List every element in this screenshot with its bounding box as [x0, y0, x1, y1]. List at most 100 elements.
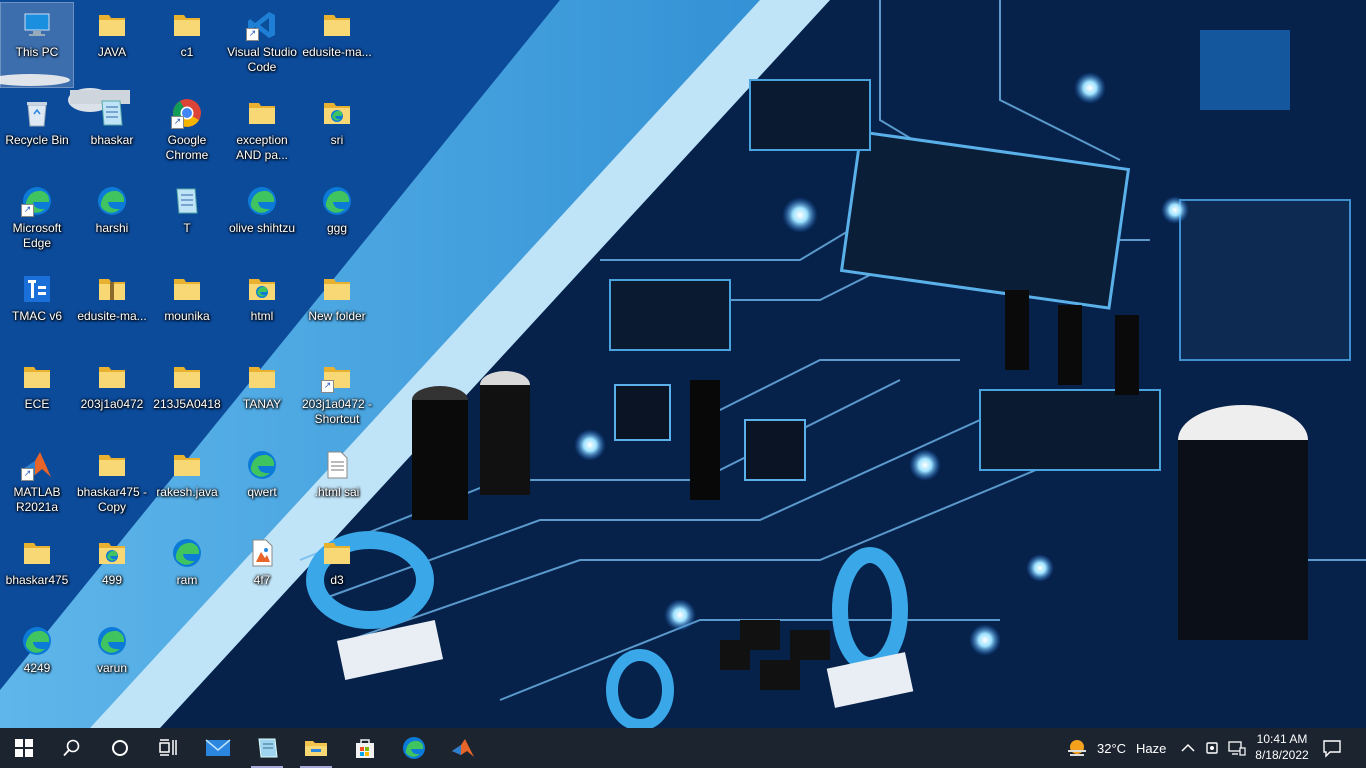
desktop-icon-tanay[interactable]: TANAY	[226, 355, 298, 439]
desktop-icon-ggg[interactable]: ggg	[301, 179, 373, 263]
edge-button[interactable]	[390, 728, 438, 768]
vscode-icon: ↗	[246, 9, 278, 41]
desktop-icon-label: 203j1a0472 - Shortcut	[301, 397, 373, 426]
task-view-button[interactable]	[144, 728, 192, 768]
edge-folder-icon	[321, 97, 353, 129]
desktop-icon-matlab-r2021a[interactable]: ↗ MATLAB R2021a	[1, 443, 73, 527]
mail-button[interactable]	[194, 728, 242, 768]
weather-haze-icon[interactable]	[1066, 738, 1088, 758]
desktop-icon-bhaskar475-copy[interactable]: bhaskar475 - Copy	[76, 443, 148, 527]
clock[interactable]: 10:41 AM 8/18/2022	[1250, 731, 1314, 765]
desktop-icon-html-sai[interactable]: .html sai	[301, 443, 373, 527]
folder-icon	[246, 97, 278, 129]
desktop-icon-label: olive shihtzu	[228, 221, 296, 235]
desktop-icon-4249[interactable]: 4249	[1, 619, 73, 703]
desktop-icon-html[interactable]: html	[226, 267, 298, 351]
mail-icon	[205, 739, 231, 756]
desktop-icon-label: TMAC v6	[11, 309, 62, 323]
desktop-icon-203j1a0472[interactable]: 203j1a0472	[76, 355, 148, 439]
desktop-icon-google-chrome[interactable]: ↗ Google Chrome	[151, 91, 223, 175]
search-button[interactable]	[48, 728, 96, 768]
weather-condition[interactable]: Haze	[1136, 741, 1166, 756]
desktop-icon-label: T	[183, 221, 191, 235]
desktop-icon-tmac-v6[interactable]: TMAC v6	[1, 267, 73, 351]
start-button[interactable]	[0, 728, 48, 768]
desktop-icon-varun[interactable]: varun	[76, 619, 148, 703]
cortana-button[interactable]	[96, 728, 144, 768]
desktop-icon-t[interactable]: T	[151, 179, 223, 263]
desktop-icon-label: 499	[101, 573, 123, 587]
folder-icon	[321, 273, 353, 305]
desktop-icon-edusite-ma[interactable]: edusite-ma...	[301, 3, 373, 87]
desktop-icon-label: c1	[180, 45, 194, 59]
desktop-icon-c1[interactable]: c1	[151, 3, 223, 87]
desktop-icon-label: ECE	[24, 397, 50, 411]
network-icon[interactable]	[1228, 740, 1246, 756]
edge-icon	[246, 449, 278, 481]
edge-icon	[246, 185, 278, 217]
desktop-icon-sri[interactable]: sri	[301, 91, 373, 175]
task-view-icon	[159, 739, 177, 756]
desktop-icon-499[interactable]: 499	[76, 531, 148, 615]
shortcut-arrow-icon: ↗	[171, 116, 184, 129]
desktop-icon-label: ggg	[326, 221, 348, 235]
desktop-icon-ram[interactable]: ram	[151, 531, 223, 615]
desktop-icon-label: Google Chrome	[165, 133, 209, 162]
desktop-icon-label: d3	[330, 573, 344, 587]
desktop-icon-harshi[interactable]: harshi	[76, 179, 148, 263]
folder-icon	[321, 537, 353, 569]
desktop-icon-label: 4249	[23, 661, 51, 675]
text-file-icon	[321, 449, 353, 481]
desktop-icon-java[interactable]: JAVA	[76, 3, 148, 87]
matlab-icon: ↗	[21, 449, 53, 481]
desktop-icon-label: JAVA	[97, 45, 127, 59]
desktop-icon-microsoft-edge[interactable]: ↗ Microsoft Edge	[1, 179, 73, 263]
edge-icon: ↗	[21, 185, 53, 217]
notepad-icon	[258, 738, 278, 758]
desktop-icon-this-pc[interactable]: This PC	[0, 2, 74, 88]
notification-icon[interactable]	[1322, 738, 1342, 758]
desktop-icon-new-folder[interactable]: New folder	[301, 267, 373, 351]
desktop-icon-label: bhaskar475 - Copy	[76, 485, 148, 514]
desktop-icon-label: Recycle Bin	[5, 133, 69, 147]
chrome-icon: ↗	[171, 97, 203, 129]
desktop-icon-label: html	[250, 309, 274, 323]
shortcut-arrow-icon: ↗	[246, 28, 259, 41]
desktop-icon-exception-and-pa[interactable]: exception AND pa...	[226, 91, 298, 175]
clock-date: 8/18/2022	[1255, 748, 1309, 762]
matlab-button[interactable]	[439, 728, 487, 768]
desktop-icon-olive-shihtzu[interactable]: olive shihtzu	[226, 179, 298, 263]
desktop-icon-rakesh-java[interactable]: rakesh.java	[151, 443, 223, 527]
edge-folder-icon	[246, 273, 278, 305]
desktop-icon-bhaskar475[interactable]: bhaskar475	[1, 531, 73, 615]
notepad-button[interactable]	[243, 728, 291, 768]
image-file-icon	[246, 537, 278, 569]
zip-folder-icon	[96, 273, 128, 305]
desktop-icon-label: edusite-ma...	[302, 45, 372, 59]
desktop-icon-visual-studio-code[interactable]: ↗ Visual Studio Code	[226, 3, 298, 87]
edge-icon	[321, 185, 353, 217]
device-icon[interactable]	[1204, 740, 1220, 756]
desktop-icon-label: qwert	[247, 485, 277, 499]
desktop-icon-bhaskar[interactable]: bhaskar	[76, 91, 148, 175]
desktop-icon-mounika[interactable]: mounika	[151, 267, 223, 351]
desktop-icon-edusite-ma[interactable]: edusite-ma...	[76, 267, 148, 351]
store-button[interactable]	[341, 728, 389, 768]
search-icon	[63, 739, 80, 757]
folder-icon	[21, 361, 53, 393]
desktop-icon-label: bhaskar475	[5, 573, 69, 587]
chevron-up-icon[interactable]	[1180, 740, 1196, 756]
file-explorer-button[interactable]	[292, 728, 340, 768]
desktop-icon-213j5a0418[interactable]: 213J5A0418	[151, 355, 223, 439]
weather-temperature[interactable]: 32°C	[1097, 741, 1126, 756]
desktop-icon-label: Visual Studio Code	[227, 45, 297, 74]
folder-icon	[96, 361, 128, 393]
windows-logo-icon	[15, 739, 33, 757]
desktop-icon-203j1a0472-shortcut[interactable]: ↗ 203j1a0472 - Shortcut	[301, 355, 373, 439]
desktop-icon-d3[interactable]: d3	[301, 531, 373, 615]
computer-icon	[21, 9, 53, 41]
desktop-icon-recycle-bin[interactable]: Recycle Bin	[1, 91, 73, 175]
desktop-icon-4f7[interactable]: 4f7	[226, 531, 298, 615]
desktop-icon-ece[interactable]: ECE	[1, 355, 73, 439]
desktop-icon-qwert[interactable]: qwert	[226, 443, 298, 527]
